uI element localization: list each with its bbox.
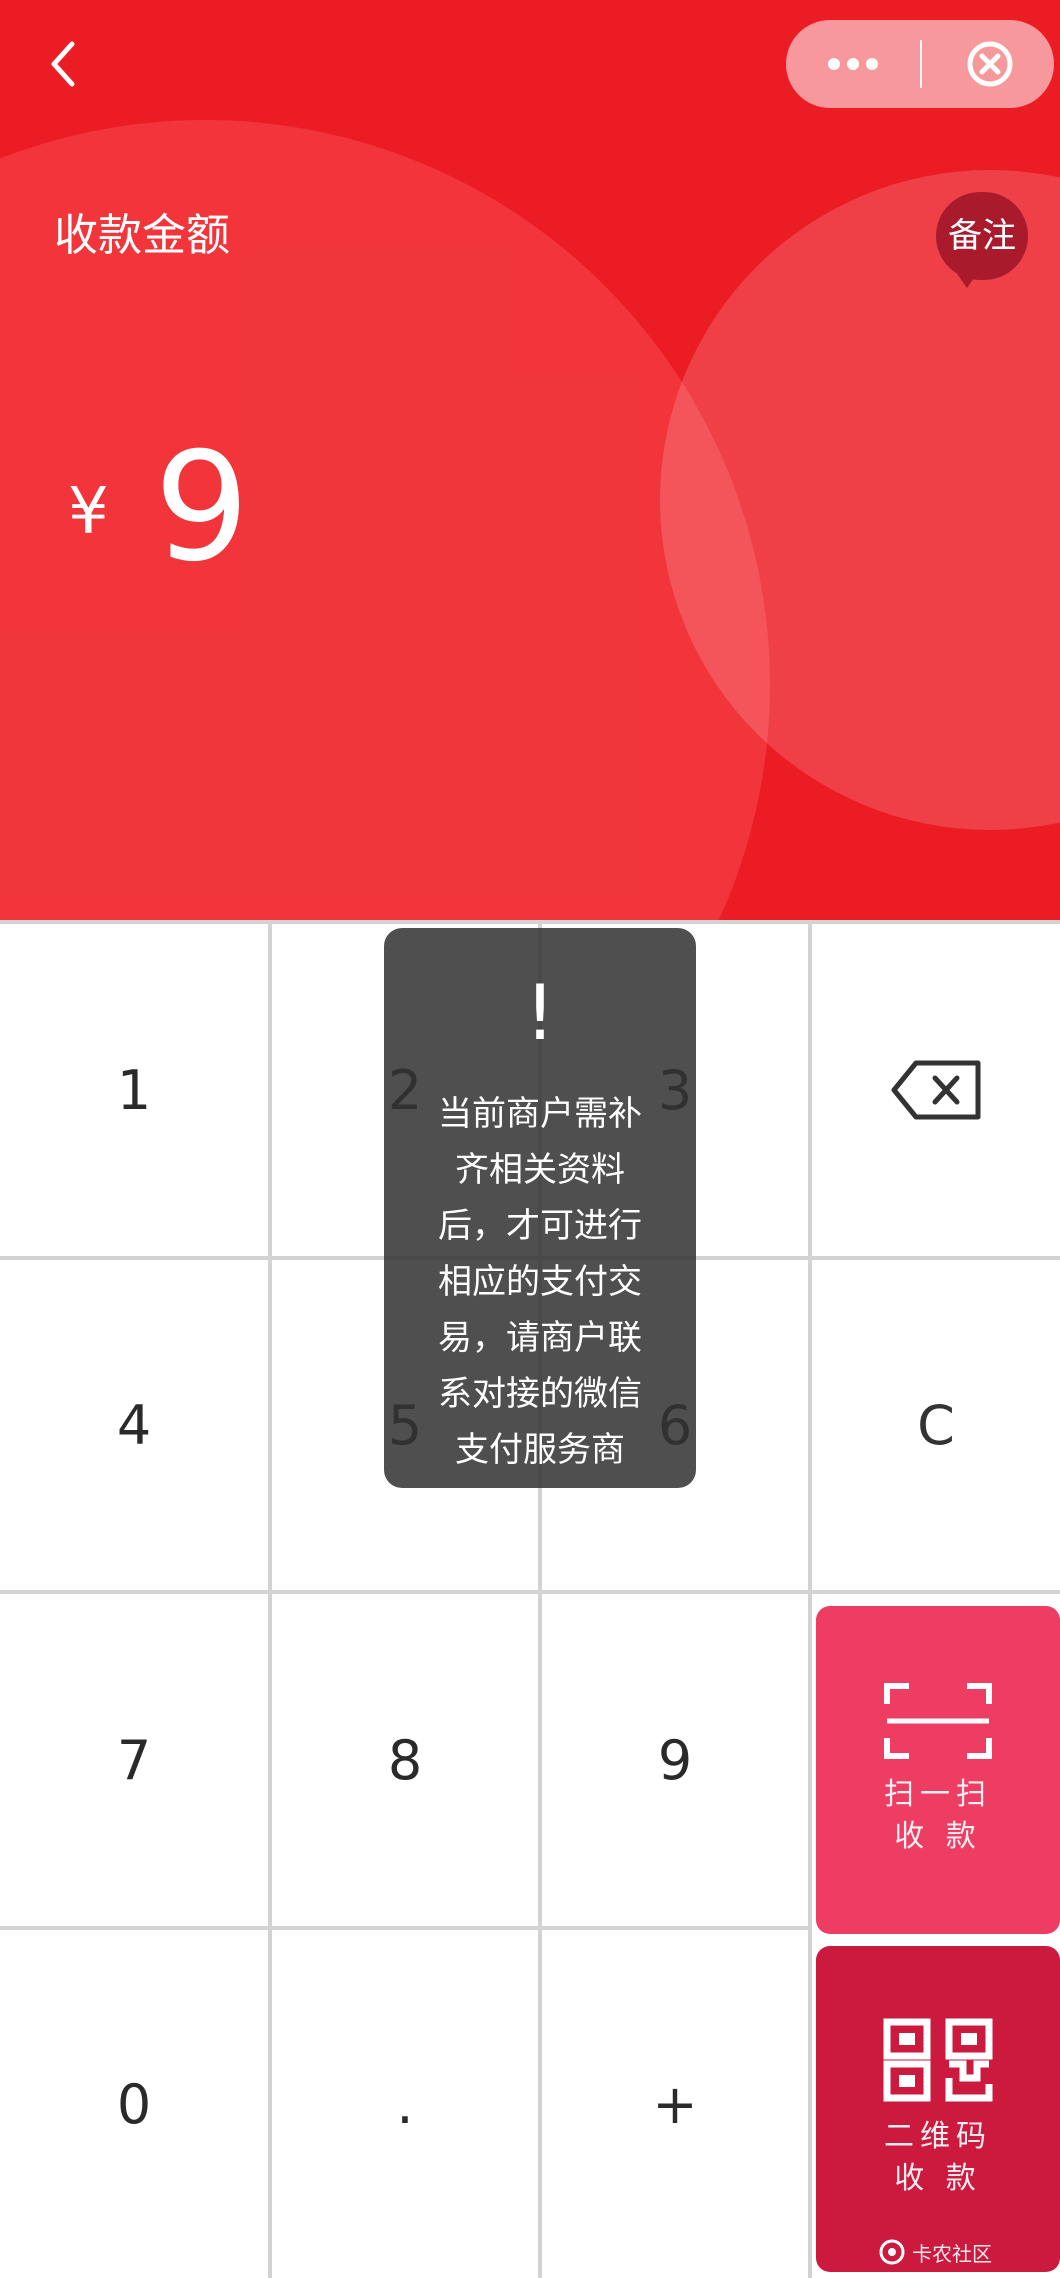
key-plus[interactable]: + [542, 1930, 808, 2278]
chevron-left-icon [51, 41, 75, 87]
more-dots-icon [828, 58, 878, 70]
more-button[interactable] [786, 20, 916, 108]
amount-label: 收款金额 [54, 210, 230, 261]
close-circle-icon [967, 41, 1013, 87]
key-7[interactable]: 7 [0, 1594, 268, 1926]
scan-pay-line1: 扫一扫 [884, 1777, 992, 1812]
backspace-key[interactable] [812, 924, 1060, 1256]
payment-header: 收款金额 备注 ¥ 9 [0, 0, 1060, 920]
scan-pay-line2: 收 款 [894, 1819, 982, 1854]
key-1[interactable]: 1 [0, 924, 268, 1256]
key-9[interactable]: 9 [542, 1594, 808, 1926]
mini-program-capsule [786, 20, 1054, 108]
watermark: 卡农社区 [878, 2232, 992, 2272]
error-toast: ! 当前商户需补齐相关资料后，才可进行相应的支付交易，请商户联系对接的微信支付服… [384, 928, 696, 1488]
qr-code-icon [883, 2018, 993, 2102]
capsule-divider [920, 40, 922, 88]
watermark-logo-icon [879, 2239, 905, 2265]
scan-pay-button[interactable]: 扫一扫 收 款 [816, 1606, 1060, 1934]
key-8[interactable]: 8 [272, 1594, 538, 1926]
exclamation-icon: ! [524, 968, 556, 1057]
key-dot[interactable]: . [272, 1930, 538, 2278]
scan-icon [884, 1683, 992, 1759]
backspace-icon [891, 1060, 981, 1120]
toast-message: 当前商户需补齐相关资料后，才可进行相应的支付交易，请商户联系对接的微信支付服务商 [438, 1094, 642, 1470]
back-button[interactable] [40, 34, 90, 94]
key-0[interactable]: 0 [0, 1930, 268, 2278]
qr-pay-line1: 二维码 [884, 2119, 992, 2154]
clear-key[interactable]: C [812, 1260, 1060, 1590]
qr-pay-line2: 收 款 [894, 2161, 982, 2196]
note-button[interactable]: 备注 [936, 192, 1028, 280]
amount-value: 9 [154, 421, 250, 595]
watermark-text: 卡农社区 [912, 2241, 992, 2266]
qr-pay-button[interactable]: 二维码 收 款 [816, 1946, 1060, 2272]
key-4[interactable]: 4 [0, 1260, 268, 1590]
currency-symbol: ¥ [68, 475, 109, 549]
close-button[interactable] [936, 20, 1054, 108]
